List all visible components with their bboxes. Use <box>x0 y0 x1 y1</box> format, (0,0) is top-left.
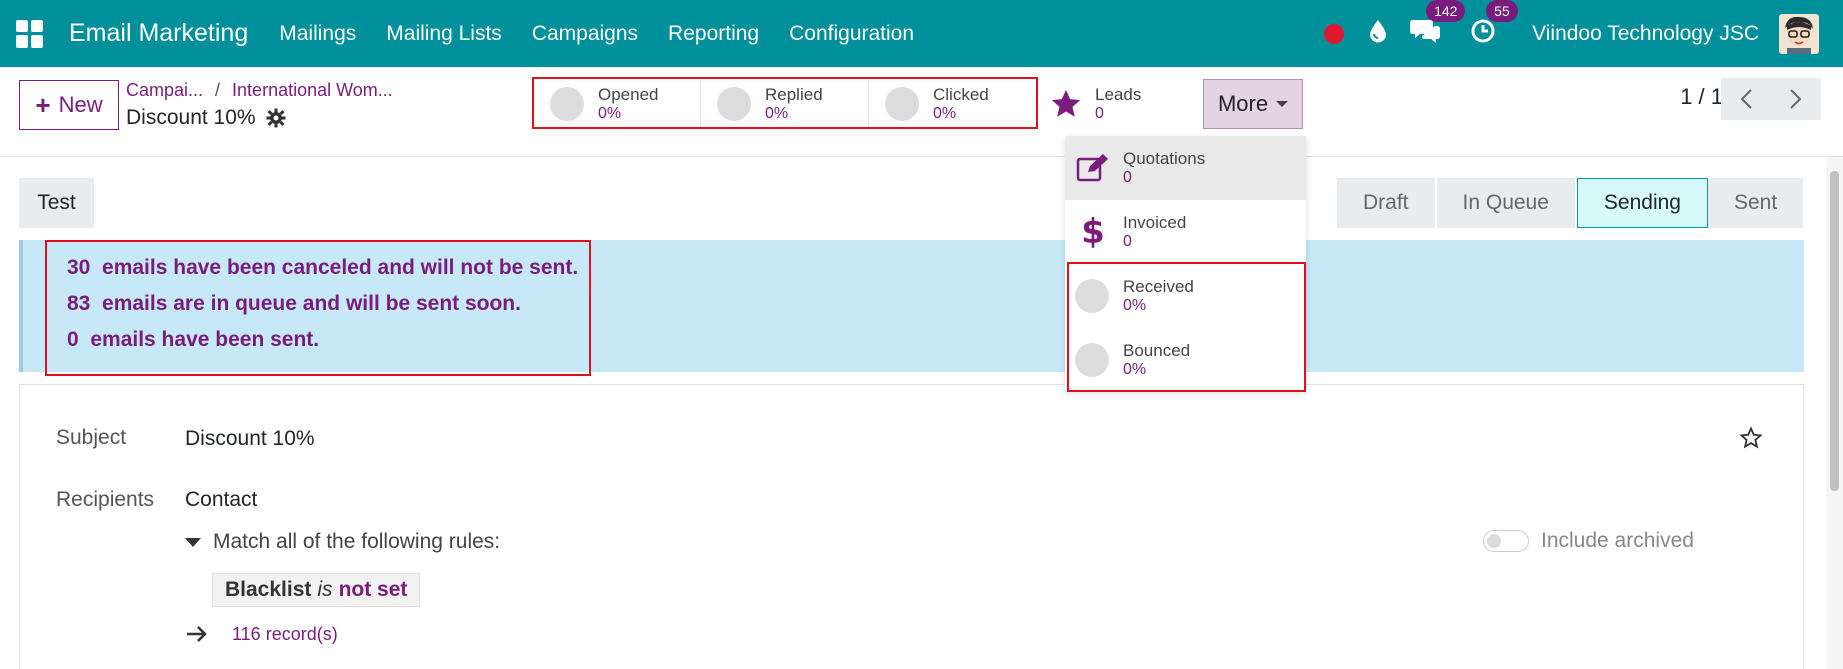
menu-mailing-lists[interactable]: Mailing Lists <box>371 22 517 46</box>
scrollbar-thumb[interactable] <box>1830 171 1839 491</box>
invoiced-label: Invoiced <box>1123 213 1187 232</box>
messages-badge: 142 <box>1426 0 1466 22</box>
user-avatar[interactable] <box>1779 13 1819 54</box>
test-button[interactable]: Test <box>19 178 94 228</box>
menu-mailings[interactable]: Mailings <box>264 22 371 46</box>
favorite-star-icon[interactable] <box>1739 426 1763 450</box>
rule-field: Blacklist <box>225 578 312 601</box>
edit-icon <box>1075 153 1111 183</box>
stage-sent[interactable]: Sent <box>1708 178 1806 228</box>
pager-next-button[interactable] <box>1771 78 1821 120</box>
quotations-value: 0 <box>1123 169 1132 186</box>
droplet-icon[interactable] <box>1368 19 1388 48</box>
record-title: Discount 10% <box>126 106 286 130</box>
stat-leads-label: Leads <box>1095 84 1142 104</box>
star-icon <box>1051 89 1081 117</box>
pager-value[interactable]: 1 / 1 <box>1680 84 1723 110</box>
recipients-label: Recipients <box>56 488 155 511</box>
annotation-alert-box <box>45 240 591 376</box>
gear-icon[interactable] <box>266 108 286 128</box>
page-scrollbar[interactable] <box>1826 157 1843 669</box>
status-bar: Draft In Queue Sending Sent <box>1337 178 1806 228</box>
match-rules-text: Match all of the following rules: <box>213 530 501 553</box>
more-button-label: More <box>1217 91 1269 116</box>
menu-item-invoiced[interactable]: $ Invoiced 0 <box>1065 200 1306 264</box>
breadcrumb-campaign[interactable]: International Wom... <box>232 80 393 100</box>
new-button[interactable]: + New <box>19 80 119 130</box>
arrow-right-icon <box>187 626 207 642</box>
include-archived-label: Include archived <box>1541 529 1694 552</box>
menu-item-quotations[interactable]: Quotations 0 <box>1065 136 1306 200</box>
recording-icon[interactable] <box>1324 23 1345 44</box>
activities-menu[interactable]: 55 <box>1470 0 1518 49</box>
annotation-stats-box <box>532 77 1038 129</box>
top-navbar: Email Marketing Mailings Mailing Lists C… <box>0 0 1843 67</box>
chevron-left-icon <box>1740 89 1752 109</box>
include-archived-toggle[interactable] <box>1483 530 1529 552</box>
stage-sending[interactable]: Sending <box>1576 178 1708 228</box>
chevron-right-icon <box>1790 89 1802 109</box>
messages-menu[interactable]: 142 <box>1410 0 1466 49</box>
clock-icon <box>1471 19 1495 43</box>
records-count-link[interactable]: 116 record(s) <box>232 624 338 645</box>
menu-campaigns[interactable]: Campaigns <box>517 22 653 46</box>
breadcrumb: Campai... / International Wom... <box>126 80 393 101</box>
domain-rule[interactable]: Blacklist is not set <box>212 573 421 607</box>
activities-badge: 55 <box>1486 0 1518 22</box>
stat-leads-value: 0 <box>1095 104 1104 122</box>
menu-configuration[interactable]: Configuration <box>774 22 929 46</box>
annotation-dropdown-box <box>1067 262 1306 392</box>
more-button[interactable]: More <box>1203 79 1303 129</box>
pager-previous-button[interactable] <box>1721 78 1771 120</box>
recipients-field[interactable]: Contact <box>185 488 257 512</box>
menu-reporting[interactable]: Reporting <box>653 22 774 46</box>
apps-menu-icon[interactable] <box>16 19 44 48</box>
stage-in-queue[interactable]: In Queue <box>1436 178 1577 228</box>
subject-field[interactable]: Discount 10% <box>185 427 315 451</box>
caret-down-icon <box>185 537 201 547</box>
invoiced-value: 0 <box>1123 233 1132 250</box>
stage-draft[interactable]: Draft <box>1337 178 1437 228</box>
app-name[interactable]: Email Marketing <box>69 19 248 48</box>
breadcrumb-separator: / <box>215 80 221 100</box>
company-switcher[interactable]: Viindoo Technology JSC <box>1532 22 1759 46</box>
page-title: Discount 10% <box>126 106 256 129</box>
domain-rules-toggle[interactable]: Match all of the following rules: <box>185 530 500 554</box>
stat-leads[interactable]: Leads 0 <box>1037 79 1202 129</box>
rule-operator: is <box>317 578 333 601</box>
systray: 142 55 Viindoo Technology JSC <box>1324 0 1843 67</box>
breadcrumb-campaigns[interactable]: Campai... <box>126 80 203 100</box>
quotations-label: Quotations <box>1123 149 1206 168</box>
caret-down-icon <box>1276 101 1289 107</box>
main-menu: Mailings Mailing Lists Campaigns Reporti… <box>264 22 929 46</box>
rule-value: not set <box>338 578 408 601</box>
subject-label: Subject <box>56 426 127 449</box>
new-button-label: New <box>58 92 103 117</box>
plus-icon: + <box>35 90 51 120</box>
dollar-icon: $ <box>1081 212 1105 252</box>
